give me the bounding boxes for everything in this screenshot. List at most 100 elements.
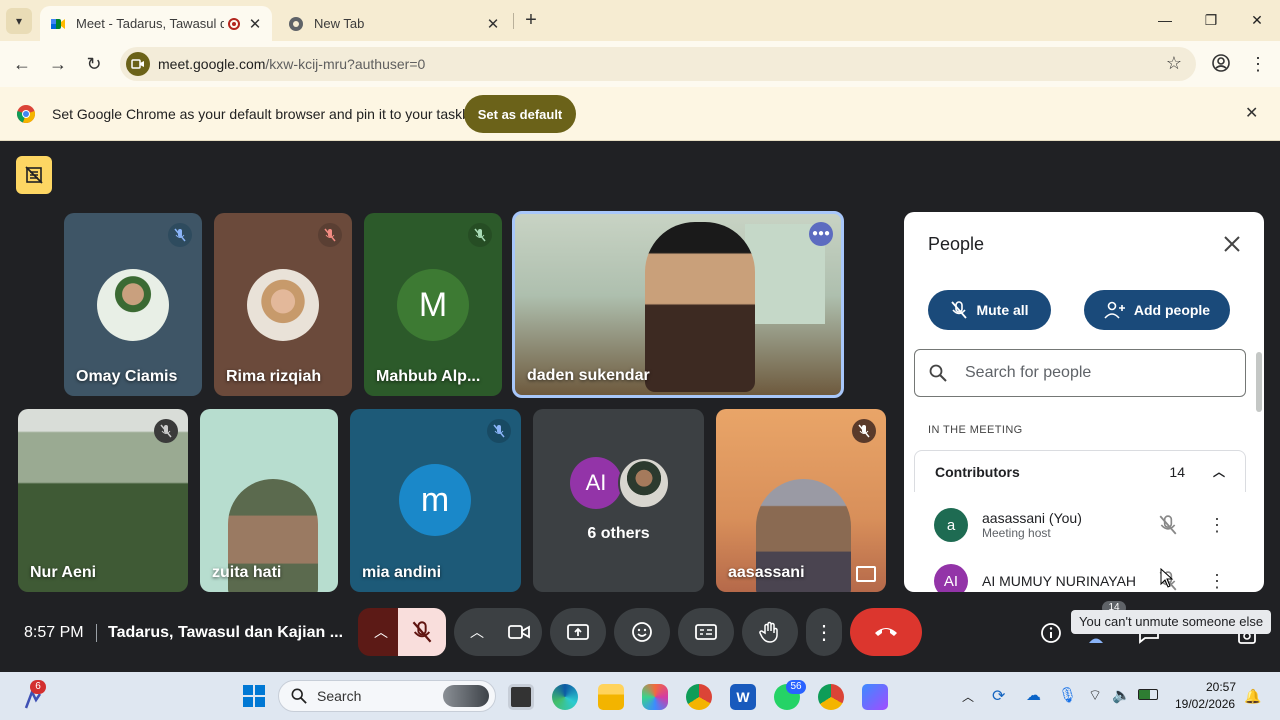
chrome-profile-taskbar-icon[interactable] <box>818 684 844 710</box>
participant-photo <box>97 269 169 341</box>
captions-button[interactable] <box>678 608 734 656</box>
search-people-input[interactable]: Search for people <box>914 349 1246 397</box>
chrome-icon <box>289 16 303 31</box>
contributors-group-header[interactable]: Contributors 14 ︿ <box>914 450 1246 492</box>
close-window-icon[interactable]: ✕ <box>1242 8 1272 32</box>
default-browser-infobar: Set Google Chrome as your default browse… <box>0 87 1280 141</box>
chevron-up-icon[interactable]: ︿ <box>1213 463 1225 480</box>
end-call-button[interactable] <box>850 608 922 656</box>
participant-tile[interactable]: Nur Aeni <box>18 409 188 592</box>
mute-all-button[interactable]: Mute all <box>928 290 1051 330</box>
panel-title: People <box>928 234 985 254</box>
add-people-button[interactable]: Add people <box>1084 290 1230 330</box>
participant-name: aasassani (You) <box>982 510 1082 526</box>
add-person-icon <box>1104 301 1125 319</box>
volume-icon[interactable]: 🔈 <box>1112 686 1131 704</box>
participant-name: Nur Aeni <box>30 564 97 581</box>
copilot-icon[interactable] <box>642 684 668 710</box>
meeting-title: Tadarus, Tawasul dan Kajian ... <box>108 624 344 641</box>
meeting-info-icon[interactable] <box>1040 622 1062 644</box>
search-highlight-image <box>443 685 489 707</box>
windows-start-icon[interactable] <box>242 684 266 708</box>
tray-chevron-icon[interactable]: ︿ <box>962 688 974 705</box>
mic-off-icon[interactable] <box>1158 515 1178 535</box>
tab-title: New Tab <box>314 16 365 31</box>
notification-bell-icon[interactable]: 🔔 <box>1244 688 1261 705</box>
battery-icon[interactable] <box>1138 689 1158 700</box>
participant-tile[interactable]: M Mahbub Alp... <box>364 213 502 396</box>
present-screen-button[interactable] <box>550 608 606 656</box>
edge-browser-icon[interactable] <box>552 684 578 710</box>
camera-toggle-button[interactable] <box>496 608 542 656</box>
task-view-icon[interactable] <box>508 684 534 710</box>
taskbar-search-box[interactable]: Search <box>278 680 496 712</box>
mic-off-icon <box>412 621 432 643</box>
participant-list-item[interactable]: a aasassani (You) Meeting host ⋮ <box>914 502 1246 548</box>
present-screen-icon <box>567 624 589 640</box>
browser-toolbar: ← → ↻ meet.google.com/kxw-kcij-mru?authu… <box>0 41 1280 87</box>
sync-icon[interactable]: ⟳ <box>992 686 1005 706</box>
word-icon[interactable]: W <box>730 684 756 710</box>
participant-name: Omay Ciamis <box>76 368 178 385</box>
minimize-icon[interactable]: — <box>1150 8 1180 32</box>
notification-badge: 6 <box>30 680 46 694</box>
participant-tile[interactable]: Omay Ciamis <box>64 213 202 396</box>
more-options-button[interactable]: ⋮ <box>806 608 842 656</box>
browser-menu-icon[interactable]: ⋮ <box>1247 53 1269 75</box>
group-count: 14 <box>1169 463 1185 480</box>
reload-icon[interactable]: ↻ <box>83 53 105 75</box>
whatsapp-badge: 56 <box>786 680 806 694</box>
address-bar[interactable]: meet.google.com/kxw-kcij-mru?authuser=0 … <box>120 47 1196 81</box>
wifi-icon[interactable]: ⌔ <box>1088 686 1102 705</box>
tab-new-tab[interactable]: New Tab ✕ <box>278 6 510 41</box>
mic-off-icon <box>154 419 178 443</box>
participant-tile-speaking[interactable]: ●●● daden sukendar <box>512 211 844 398</box>
taskbar-search-label: Search <box>317 688 362 704</box>
tab-meet[interactable]: Meet - Tadarus, Tawasul dan ✕ <box>40 6 272 41</box>
mic-tray-icon[interactable]: 🎙 <box>1058 686 1077 704</box>
participant-avatar: a <box>934 508 968 542</box>
participant-role: Meeting host <box>982 526 1051 540</box>
cloud-icon[interactable]: ☁ <box>1026 686 1041 704</box>
raise-hand-button[interactable] <box>742 608 798 656</box>
more-options-icon[interactable]: ⋮ <box>1208 571 1226 592</box>
close-panel-icon[interactable] <box>1220 232 1244 256</box>
participant-tile[interactable]: zuita hati <box>200 409 338 592</box>
pip-icon[interactable] <box>856 566 876 582</box>
participant-tile[interactable]: Rima rizqiah <box>214 213 352 396</box>
file-explorer-icon[interactable] <box>598 684 624 710</box>
participant-list-item[interactable]: AI AI MUMUY NURINAYAH ⋮ <box>914 558 1246 592</box>
tab-strip: ▾ Meet - Tadarus, Tawasul dan ✕ New Tab … <box>0 0 1280 41</box>
participant-tile[interactable]: m mia andini <box>350 409 521 592</box>
tab-search-chevron-icon[interactable]: ▾ <box>6 8 32 34</box>
back-arrow-icon[interactable]: ← <box>11 53 33 75</box>
video-options-chevron-icon[interactable]: ︿ <box>454 608 500 656</box>
search-placeholder: Search for people <box>965 364 1092 381</box>
others-avatar-initials: AI <box>570 457 622 509</box>
hand-icon <box>759 621 778 643</box>
section-label: IN THE MEETING <box>928 424 1023 436</box>
more-options-icon[interactable]: ⋮ <box>1208 515 1226 536</box>
set-as-default-button[interactable]: Set as default <box>464 95 576 133</box>
close-tab-icon[interactable]: ✕ <box>486 15 500 33</box>
panel-scrollbar[interactable] <box>1256 352 1262 412</box>
microphone-toggle-button[interactable] <box>398 608 446 656</box>
visual-effects-off-icon[interactable] <box>16 156 52 194</box>
captions-icon <box>695 624 717 640</box>
snipping-tool-icon[interactable] <box>862 684 888 710</box>
forward-arrow-icon[interactable]: → <box>47 53 69 75</box>
participant-name: zuita hati <box>212 564 282 581</box>
profile-icon[interactable] <box>1210 53 1232 75</box>
chrome-taskbar-icon[interactable] <box>686 684 712 710</box>
others-tile[interactable]: AI 6 others <box>533 409 704 592</box>
close-tab-icon[interactable]: ✕ <box>248 15 262 33</box>
site-camera-icon[interactable] <box>126 52 150 76</box>
new-tab-plus-icon[interactable]: + <box>520 9 542 31</box>
bookmark-star-icon[interactable]: ☆ <box>1166 53 1182 74</box>
reactions-button[interactable] <box>614 608 670 656</box>
participant-tile[interactable]: aasassani <box>716 409 886 592</box>
clock-time: 20:57 <box>1206 680 1237 694</box>
restore-icon[interactable]: ❐ <box>1196 8 1226 32</box>
others-avatar-photo <box>618 457 670 509</box>
infobar-close-icon[interactable]: ✕ <box>1245 103 1258 123</box>
